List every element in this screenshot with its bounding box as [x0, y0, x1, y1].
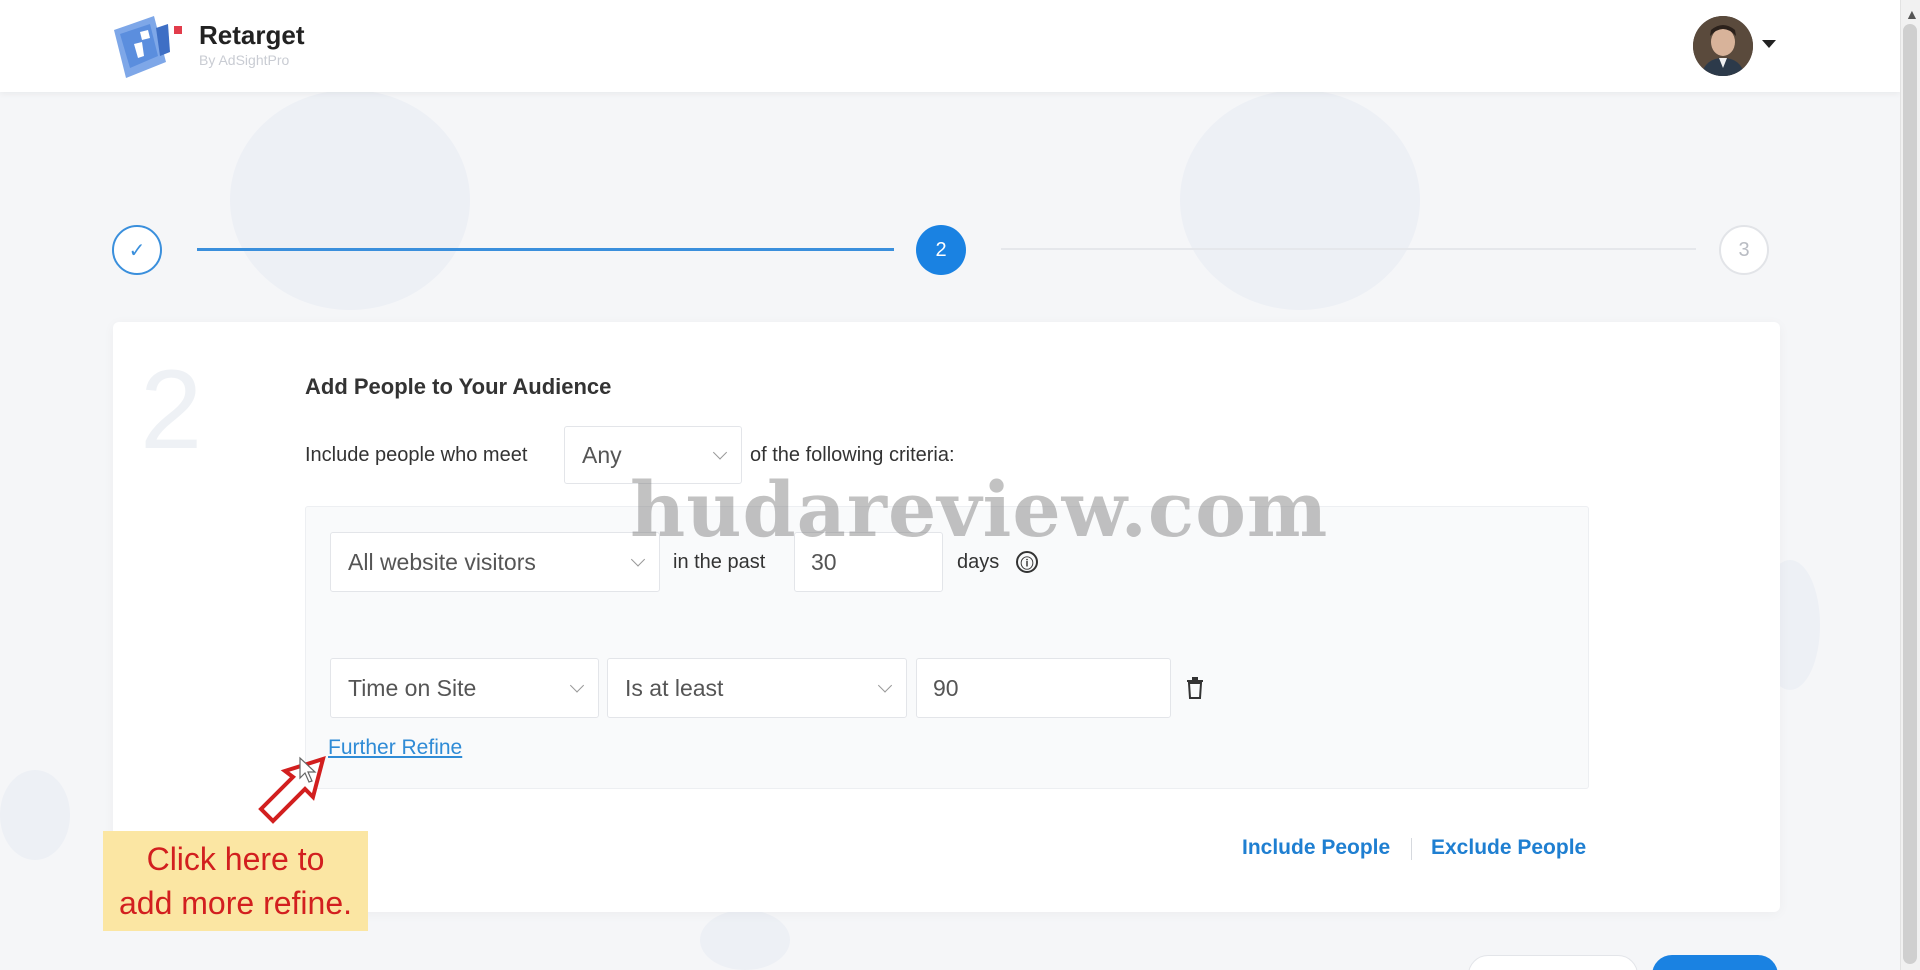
exclude-people-link[interactable]: Exclude People: [1431, 836, 1586, 860]
step-1-complete[interactable]: ✓: [112, 225, 162, 275]
chevron-down-icon: [569, 678, 585, 693]
criteria-match-value: Any: [582, 441, 622, 468]
step-progress-line-complete: [197, 248, 894, 251]
refine-value: 90: [933, 674, 959, 701]
tutorial-callout: Click here to add more refine.: [103, 831, 368, 931]
include-people-link[interactable]: Include People: [1242, 836, 1390, 860]
step-progress-line-upcoming: [1001, 248, 1696, 250]
site-watermark: hudareview.com: [630, 465, 1329, 554]
criteria-prefix: Include people who meet: [305, 444, 528, 466]
chevron-down-icon: [877, 678, 893, 693]
criteria-suffix: of the following criteria:: [750, 444, 955, 466]
refine-metric-value: Time on Site: [348, 674, 477, 701]
card-title: Add People to Your Audience: [305, 374, 612, 399]
callout-line-1: Click here to: [146, 841, 325, 877]
brand-subtitle: By AdSightPro: [199, 52, 290, 68]
card-step-number: 2: [140, 347, 203, 472]
next-button[interactable]: [1652, 955, 1778, 970]
avatar-image: [1693, 16, 1753, 76]
top-header: Retarget By AdSightPro: [0, 0, 1900, 92]
visitors-select-value: All website visitors: [348, 548, 536, 575]
step-3-upcoming[interactable]: 3: [1719, 225, 1769, 275]
refine-operator-select[interactable]: Is at least: [607, 658, 907, 718]
in-the-past-label: in the past: [673, 551, 766, 573]
background-blob: [700, 910, 790, 970]
info-icon[interactable]: ⓘ: [1016, 551, 1038, 573]
brand-name: Retarget: [199, 20, 305, 50]
refine-operator-value: Is at least: [625, 674, 724, 701]
scroll-up-arrow-icon[interactable]: ▲: [1905, 6, 1919, 22]
refine-value-input[interactable]: 90: [916, 658, 1171, 718]
refine-metric-select[interactable]: Time on Site: [330, 658, 599, 718]
visitors-select[interactable]: All website visitors: [330, 532, 660, 592]
user-avatar[interactable]: [1693, 16, 1753, 76]
further-refine-link[interactable]: Further Refine: [328, 736, 462, 760]
mouse-cursor-icon: [299, 756, 317, 783]
background-blob: [1180, 90, 1420, 310]
chevron-down-icon: [630, 552, 646, 567]
trash-icon[interactable]: [1186, 677, 1204, 699]
chevron-down-icon: [712, 445, 728, 460]
annotation-arrow-icon: [258, 756, 326, 824]
scrollbar-thumb[interactable]: [1903, 24, 1917, 964]
link-divider: [1411, 838, 1412, 860]
back-button[interactable]: [1468, 955, 1638, 970]
days-label: days: [957, 551, 1000, 573]
user-menu-caret-icon[interactable]: [1762, 40, 1776, 48]
background-blob: [230, 90, 470, 310]
background-blob: [0, 770, 70, 860]
retarget-logo-icon: [114, 16, 182, 78]
step-2-active[interactable]: 2: [916, 225, 966, 275]
callout-line-2: add more refine.: [118, 885, 352, 921]
